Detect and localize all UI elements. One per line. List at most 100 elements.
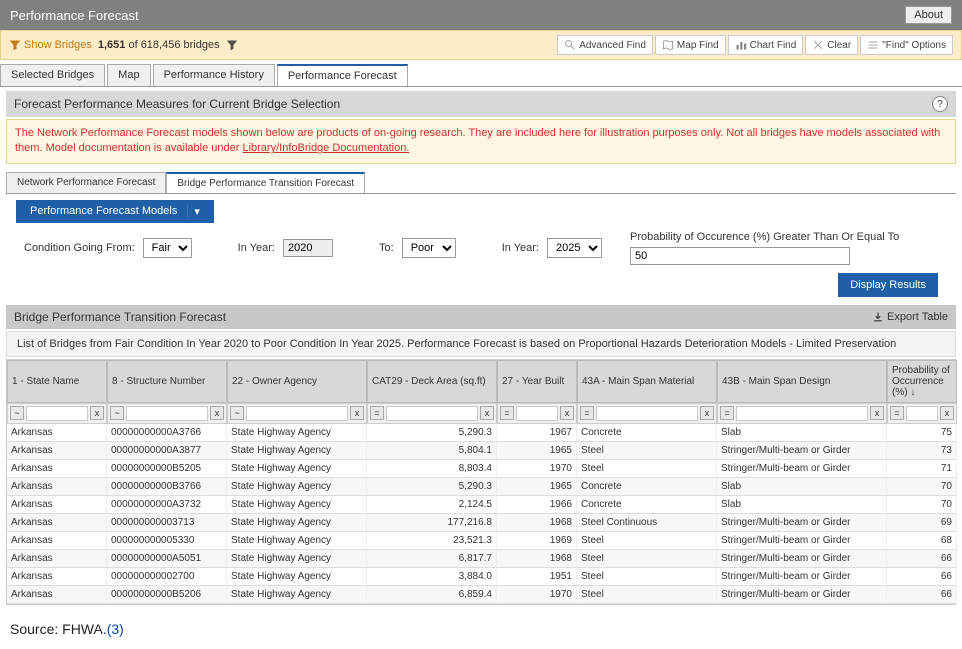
table-cell: 1970 <box>497 460 577 478</box>
table-row[interactable]: Arkansas000000000002700State Highway Age… <box>7 568 955 586</box>
table-row[interactable]: Arkansas00000000000B5205State Highway Ag… <box>7 460 955 478</box>
filter-clear-button[interactable]: x <box>350 406 364 420</box>
column-header[interactable]: 43B - Main Span Design <box>717 360 887 403</box>
column-header[interactable]: 22 - Owner Agency <box>227 360 367 403</box>
filter-clear-button[interactable]: x <box>560 406 574 420</box>
column-header[interactable]: 43A - Main Span Material <box>577 360 717 403</box>
table-cell: 5,804.1 <box>367 442 497 460</box>
table-row[interactable]: Arkansas00000000000A3732State Highway Ag… <box>7 496 955 514</box>
year-from-input[interactable] <box>283 239 333 257</box>
filter-operator-button[interactable]: = <box>890 406 904 420</box>
filter-operator-button[interactable]: = <box>720 406 734 420</box>
table-cell: 00000000000B3766 <box>107 478 227 496</box>
table-row[interactable]: Arkansas00000000000A3877State Highway Ag… <box>7 442 955 460</box>
table-cell: 73 <box>887 442 957 460</box>
table-cell: Stringer/Multi-beam or Girder <box>717 532 887 550</box>
filter-clear-button[interactable]: x <box>700 406 714 420</box>
year-to-select[interactable]: 2025 <box>547 238 602 258</box>
chart-icon <box>735 39 747 51</box>
subsection-title: Bridge Performance Transition Forecast <box>14 310 226 324</box>
clear-button[interactable]: Clear <box>805 35 858 55</box>
tab-performance-forecast[interactable]: Performance Forecast <box>277 64 408 86</box>
map-find-button[interactable]: Map Find <box>655 35 726 55</box>
table-cell: 1968 <box>497 514 577 532</box>
filter-input[interactable] <box>516 406 558 421</box>
table-cell: Steel <box>577 550 717 568</box>
filter-input[interactable] <box>906 406 938 421</box>
filter-cell: ~x <box>7 403 107 424</box>
advanced-find-button[interactable]: Advanced Find <box>557 35 653 55</box>
table-cell: 00000000000A5051 <box>107 550 227 568</box>
filter-input[interactable] <box>596 406 698 421</box>
table-row[interactable]: Arkansas00000000000B5206State Highway Ag… <box>7 586 955 604</box>
display-results-button[interactable]: Display Results <box>838 273 938 297</box>
column-header[interactable]: 8 - Structure Number <box>107 360 227 403</box>
about-button[interactable]: About <box>905 6 952 24</box>
close-icon <box>812 39 824 51</box>
filter-input[interactable] <box>736 406 868 421</box>
table-cell: Stringer/Multi-beam or Girder <box>717 514 887 532</box>
subtab-network-performance-forecast[interactable]: Network Performance Forecast <box>6 172 166 193</box>
table-cell: 66 <box>887 568 957 586</box>
table-cell: 177,216.8 <box>367 514 497 532</box>
table-cell: State Highway Agency <box>227 478 367 496</box>
filter-clear-button[interactable]: x <box>90 406 104 420</box>
table-row[interactable]: Arkansas00000000000A5051State Highway Ag… <box>7 550 955 568</box>
filter-cell: =x <box>887 403 957 424</box>
column-header[interactable]: Probability of Occurrence (%) ↓ <box>887 360 957 403</box>
table-cell: Arkansas <box>7 532 107 550</box>
filter-bar: Show Bridges 1,651 of 618,456 bridges Ad… <box>0 30 962 60</box>
tab-map[interactable]: Map <box>107 64 150 86</box>
subsection-header: Bridge Performance Transition Forecast E… <box>6 305 956 329</box>
filter-operator-button[interactable]: = <box>370 406 384 420</box>
filter-clear-button[interactable]: x <box>480 406 494 420</box>
column-header[interactable]: 27 - Year Built <box>497 360 577 403</box>
table-cell: Slab <box>717 478 887 496</box>
export-table-button[interactable]: Export Table <box>872 311 948 323</box>
table-cell: State Highway Agency <box>227 568 367 586</box>
probability-input[interactable] <box>630 247 850 265</box>
condition-from-select[interactable]: Fair <box>143 238 192 258</box>
source-footnote-link[interactable]: (3) <box>107 621 124 637</box>
table-row[interactable]: Arkansas00000000000A3766State Highway Ag… <box>7 424 955 442</box>
filter-input[interactable] <box>126 406 208 421</box>
table-cell: Concrete <box>577 478 717 496</box>
chart-find-button[interactable]: Chart Find <box>728 35 804 55</box>
column-header[interactable]: 1 - State Name <box>7 360 107 403</box>
filter-icon[interactable] <box>226 39 238 51</box>
filter-operator-button[interactable]: ~ <box>10 406 24 420</box>
table-cell: 68 <box>887 532 957 550</box>
column-header[interactable]: CAT29 - Deck Area (sq.ft) <box>367 360 497 403</box>
filter-operator-button[interactable]: ~ <box>110 406 124 420</box>
filter-clear-button[interactable]: x <box>870 406 884 420</box>
filter-clear-button[interactable]: x <box>940 406 954 420</box>
condition-to-select[interactable]: Poor <box>402 238 456 258</box>
table-row[interactable]: Arkansas000000000005330State Highway Age… <box>7 532 955 550</box>
table-cell: 1966 <box>497 496 577 514</box>
filter-cell: =x <box>577 403 717 424</box>
filter-input[interactable] <box>26 406 88 421</box>
filter-input[interactable] <box>386 406 478 421</box>
filter-operator-button[interactable]: = <box>500 406 514 420</box>
filter-clear-button[interactable]: x <box>210 406 224 420</box>
list-description: List of Bridges from Fair Condition In Y… <box>6 331 956 357</box>
table-cell: State Highway Agency <box>227 496 367 514</box>
table-row[interactable]: Arkansas00000000000B3766State Highway Ag… <box>7 478 955 496</box>
results-grid: 1 - State Name8 - Structure Number22 - O… <box>6 359 956 605</box>
filter-input[interactable] <box>246 406 348 421</box>
table-cell: 1970 <box>497 586 577 604</box>
show-bridges-toggle[interactable]: Show Bridges <box>9 39 92 51</box>
table-cell: 3,884.0 <box>367 568 497 586</box>
documentation-link[interactable]: Library/InfoBridge Documentation. <box>242 142 409 154</box>
tab-performance-history[interactable]: Performance History <box>153 64 275 86</box>
help-icon[interactable]: ? <box>932 96 948 112</box>
filter-cell: =x <box>717 403 887 424</box>
subtab-bridge-performance-transition-forecast[interactable]: Bridge Performance Transition Forecast <box>166 172 365 193</box>
tab-selected-bridges[interactable]: Selected Bridges <box>0 64 105 86</box>
models-dropdown-button[interactable]: Performance Forecast Models ▾ <box>16 200 214 223</box>
filter-operator-button[interactable]: ~ <box>230 406 244 420</box>
table-row[interactable]: Arkansas000000000003713State Highway Age… <box>7 514 955 532</box>
find-options-button[interactable]: "Find" Options <box>860 35 953 55</box>
filter-operator-button[interactable]: = <box>580 406 594 420</box>
table-cell: 75 <box>887 424 957 442</box>
